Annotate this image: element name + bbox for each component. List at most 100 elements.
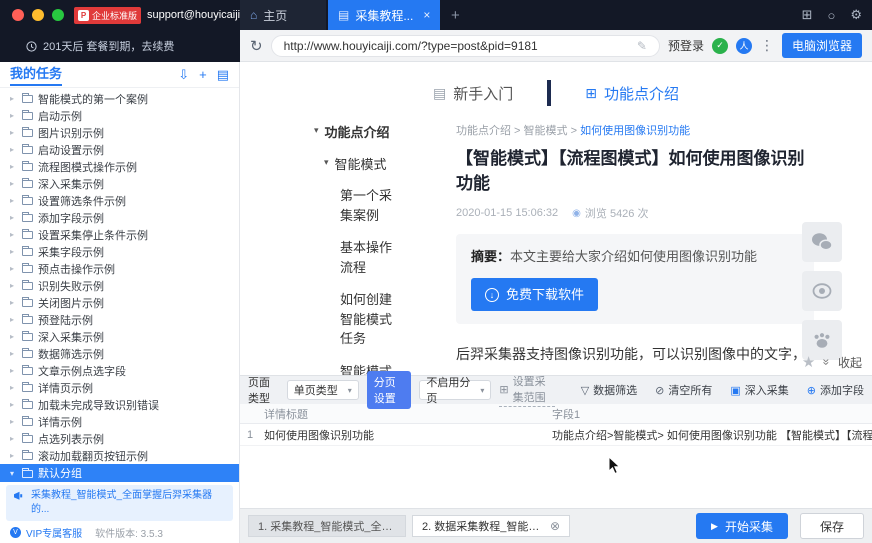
task-list-item[interactable]: ▸ 识别失败示例: [0, 277, 239, 294]
refresh-icon[interactable]: ↻: [250, 37, 263, 55]
add-field-label: 添加字段: [820, 382, 864, 398]
chevron-right-icon: ▸: [10, 434, 17, 443]
pagination-select[interactable]: 不启用分页 ▾: [419, 380, 491, 400]
save-button[interactable]: 保存: [800, 513, 864, 539]
column-header-field1[interactable]: 字段1: [548, 406, 872, 422]
task-list-item[interactable]: ▸ 数据筛选示例: [0, 345, 239, 362]
data-filter-button[interactable]: ▽ 数据筛选: [581, 382, 637, 398]
browser-mode-button[interactable]: 电脑浏览器: [782, 33, 862, 58]
task-list-item[interactable]: ▸ 智能模式的第一个案例: [0, 90, 239, 107]
task-group-icon[interactable]: ▤: [217, 67, 229, 83]
tab-tutorial[interactable]: ▤ 采集教程... ×: [328, 0, 440, 30]
chevron-right-icon: ▸: [10, 383, 17, 392]
menu-sub-item[interactable]: 第一个采集案例: [340, 186, 400, 225]
folder-icon: [22, 282, 33, 290]
article-views: 浏览 5426 次: [585, 205, 649, 221]
breadcrumb-path[interactable]: 功能点介绍 > 智能模式 >: [456, 125, 577, 137]
renewal-bar[interactable]: 201天后 套餐到期，去续费: [0, 30, 240, 62]
close-tab-icon[interactable]: ×: [423, 8, 430, 22]
nav-features-link[interactable]: ⊞ 功能点介绍: [585, 83, 679, 104]
collapse-button[interactable]: 收起: [838, 354, 862, 371]
table-row[interactable]: 1 如何使用图像识别功能 功能点介绍>智能模式> 如何使用图像识别功能 【智能模…: [240, 424, 872, 446]
minimize-window-button[interactable]: [32, 9, 44, 21]
notice-banner[interactable]: 采集教程_智能模式_全面掌握后羿采集器的...: [6, 485, 233, 521]
clock-icon: [26, 41, 37, 52]
gear-icon[interactable]: ⚙: [850, 7, 862, 23]
clear-icon: ⊘: [655, 384, 664, 397]
deep-collect-button[interactable]: ▣ 深入采集: [730, 382, 788, 398]
task-list-item[interactable]: ▸ 加载未完成导致识别错误: [0, 396, 239, 413]
menu-root-item[interactable]: ▾ 功能点介绍: [314, 122, 430, 141]
task-list-item[interactable]: ▸ 深入采集示例: [0, 175, 239, 192]
chevron-right-icon: ▸: [10, 94, 17, 103]
task-list-item[interactable]: ▸ 添加字段示例: [0, 209, 239, 226]
url-input[interactable]: http://www.houyicaiji.com/?type=post&pid…: [271, 35, 660, 57]
nav-beginner-link[interactable]: ▤ 新手入门: [433, 83, 513, 104]
download-button[interactable]: ↓ 免费下载软件: [471, 278, 598, 312]
more-menu-icon[interactable]: ⋮: [760, 37, 774, 54]
account-status-icon[interactable]: 人: [736, 38, 752, 54]
chevron-right-icon: ▸: [10, 145, 17, 154]
task-list-item[interactable]: ▸ 详情示例: [0, 413, 239, 430]
task-list-item[interactable]: ▸ 启动设置示例: [0, 141, 239, 158]
window-controls: [0, 9, 74, 21]
menu-section-item[interactable]: ▾ 智能模式: [324, 154, 430, 173]
column-header-title[interactable]: 详情标题: [260, 406, 548, 422]
chevron-right-icon: ▸: [10, 213, 17, 222]
folder-icon: [22, 435, 33, 443]
menu-sub-item[interactable]: 基本操作流程: [340, 238, 400, 277]
task-list-item[interactable]: ▸ 文章示例点选字段: [0, 362, 239, 379]
task-list-item[interactable]: ▸ 详情页示例: [0, 379, 239, 396]
breadcrumb-current[interactable]: 如何使用图像识别功能: [580, 125, 690, 137]
vip-support-link[interactable]: VIP专属客服: [26, 525, 82, 540]
weibo-share-button[interactable]: [802, 271, 842, 311]
cell-title[interactable]: 如何使用图像识别功能: [260, 427, 548, 443]
new-tab-button[interactable]: +: [442, 0, 468, 30]
maximize-window-button[interactable]: [52, 9, 64, 21]
titlebar: P 企业标准版 support@houyicaiji.c... ⌂ 主页 ▤ 采…: [0, 0, 872, 30]
workspace-tab-1[interactable]: 1. 采集教程_智能模式_全面掌握后羿...: [248, 515, 406, 537]
start-collect-button[interactable]: ▶ 开始采集: [696, 513, 788, 539]
close-window-button[interactable]: [12, 9, 24, 21]
star-icon[interactable]: ★: [802, 353, 815, 371]
close-tab-icon[interactable]: ⊗: [550, 519, 560, 533]
set-range-link[interactable]: ⊞ 设置采集范围: [499, 373, 554, 407]
new-task-icon[interactable]: +: [199, 67, 207, 82]
cell-field1[interactable]: 功能点介绍>智能模式> 如何使用图像识别功能 【智能模式】【流程图模式】如何使用…: [548, 427, 872, 443]
task-list-item[interactable]: ▸ 深入采集示例: [0, 328, 239, 345]
pre-login-button[interactable]: 预登录: [668, 37, 704, 54]
workspace-tab-2[interactable]: 2. 数据采集教程_智能模式_如何使... ⊗: [412, 515, 570, 537]
task-list-item[interactable]: ▸ 关闭图片示例: [0, 294, 239, 311]
app-window: P 企业标准版 support@houyicaiji.c... ⌂ 主页 ▤ 采…: [0, 0, 872, 543]
menu-sub-item[interactable]: 如何创建智能模式任务: [340, 290, 400, 349]
task-label: 关闭图片示例: [38, 295, 104, 311]
url-text: http://www.houyicaiji.com/?type=post&pid…: [284, 39, 631, 53]
wechat-share-button[interactable]: [802, 222, 842, 262]
task-list-item[interactable]: ▸ 设置采集停止条件示例: [0, 226, 239, 243]
task-label: 智能模式的第一个案例: [38, 91, 148, 107]
edit-url-icon[interactable]: ✎: [637, 39, 647, 53]
table-header: 详情标题 字段1: [240, 404, 872, 424]
page-type-select[interactable]: 单页类型 ▾: [287, 380, 359, 400]
default-group-row[interactable]: ▾ 默认分组: [0, 464, 239, 482]
task-list-item[interactable]: ▸ 流程图模式操作示例: [0, 158, 239, 175]
clear-all-button[interactable]: ⊘ 清空所有: [655, 382, 712, 398]
menu-root-label: 功能点介绍: [325, 122, 390, 141]
tab-home[interactable]: ⌂ 主页: [240, 0, 326, 30]
task-list-item[interactable]: ▸ 启动示例: [0, 107, 239, 124]
task-list-item[interactable]: ▸ 采集字段示例: [0, 243, 239, 260]
green-status-icon[interactable]: ✓: [712, 38, 728, 54]
task-list-item[interactable]: ▸ 图片识别示例: [0, 124, 239, 141]
apps-grid-icon[interactable]: ⊞: [802, 7, 813, 23]
folder-icon: [22, 470, 33, 478]
home-icon: ⌂: [250, 8, 257, 22]
task-list-item[interactable]: ▸ 设置筛选条件示例: [0, 192, 239, 209]
task-list-item[interactable]: ▸ 滚动加载翻页按钮示例: [0, 447, 239, 464]
circle-status-icon[interactable]: ○: [827, 8, 835, 23]
task-label: 预点击操作示例: [38, 261, 115, 277]
task-list-item[interactable]: ▸ 预登陆示例: [0, 311, 239, 328]
add-field-button[interactable]: ⊕ 添加字段: [807, 382, 864, 398]
task-list-item[interactable]: ▸ 点选列表示例: [0, 430, 239, 447]
task-list-item[interactable]: ▸ 预点击操作示例: [0, 260, 239, 277]
import-task-icon[interactable]: ⇩: [178, 67, 189, 83]
